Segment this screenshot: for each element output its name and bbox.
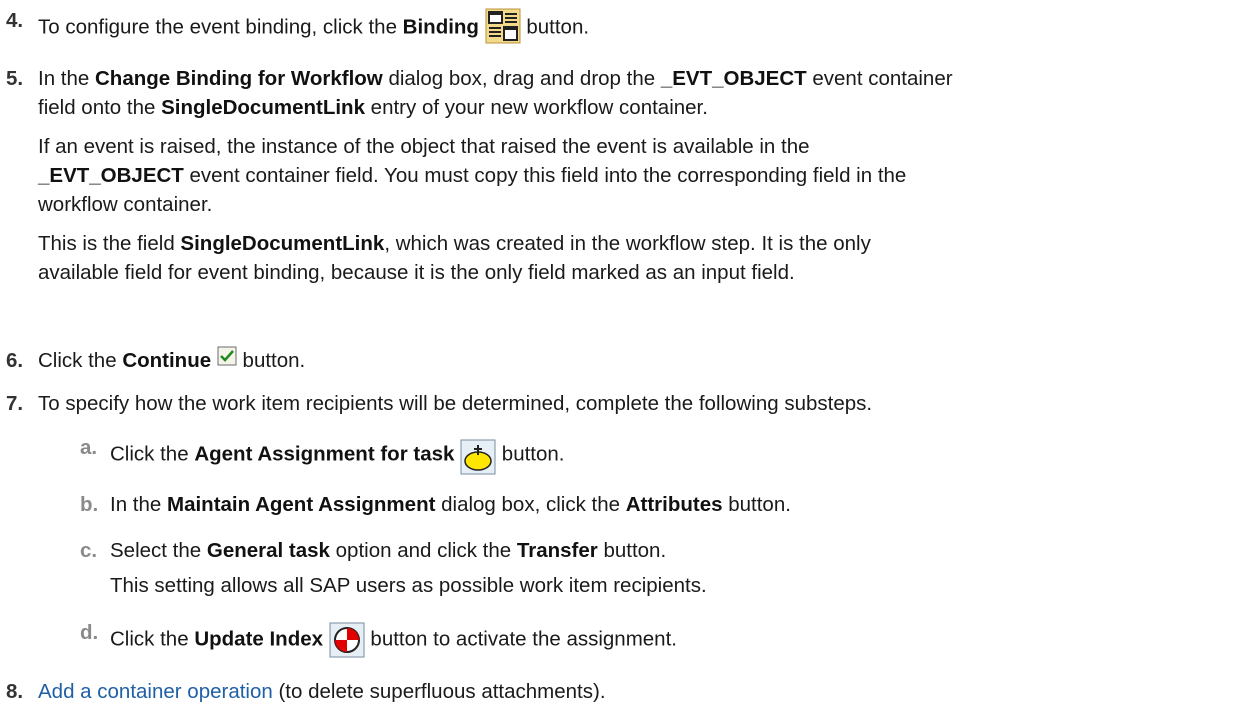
agent-assignment-icon [460, 439, 496, 483]
continue-label: Continue [122, 349, 212, 372]
continue-checkmark-icon [217, 345, 237, 374]
step-number: 8. [6, 680, 24, 703]
step-text: To specify how the work item recipients … [38, 392, 873, 415]
substep-letter: d. [80, 621, 99, 644]
substep-letter: c. [80, 539, 98, 562]
binding-label: Binding [402, 15, 479, 39]
step-text: Click the Continue button. [38, 346, 1238, 376]
step-number: 7. [6, 392, 24, 415]
add-container-operation-link[interactable]: Add a container operation [38, 680, 273, 703]
step-number: 4. [6, 9, 24, 32]
step-text: Add a container operation (to delete sup… [38, 680, 606, 703]
binding-icon [485, 8, 521, 52]
update-index-icon [329, 622, 365, 666]
substep-letter: b. [80, 493, 99, 516]
step-number: 5. [6, 67, 24, 90]
step-text: In the Change Binding for Workflow dialo… [38, 67, 953, 284]
step-text: To configure the event binding, click th… [38, 6, 1238, 50]
step-number: 6. [6, 349, 24, 372]
substep-letter: a. [80, 436, 98, 459]
